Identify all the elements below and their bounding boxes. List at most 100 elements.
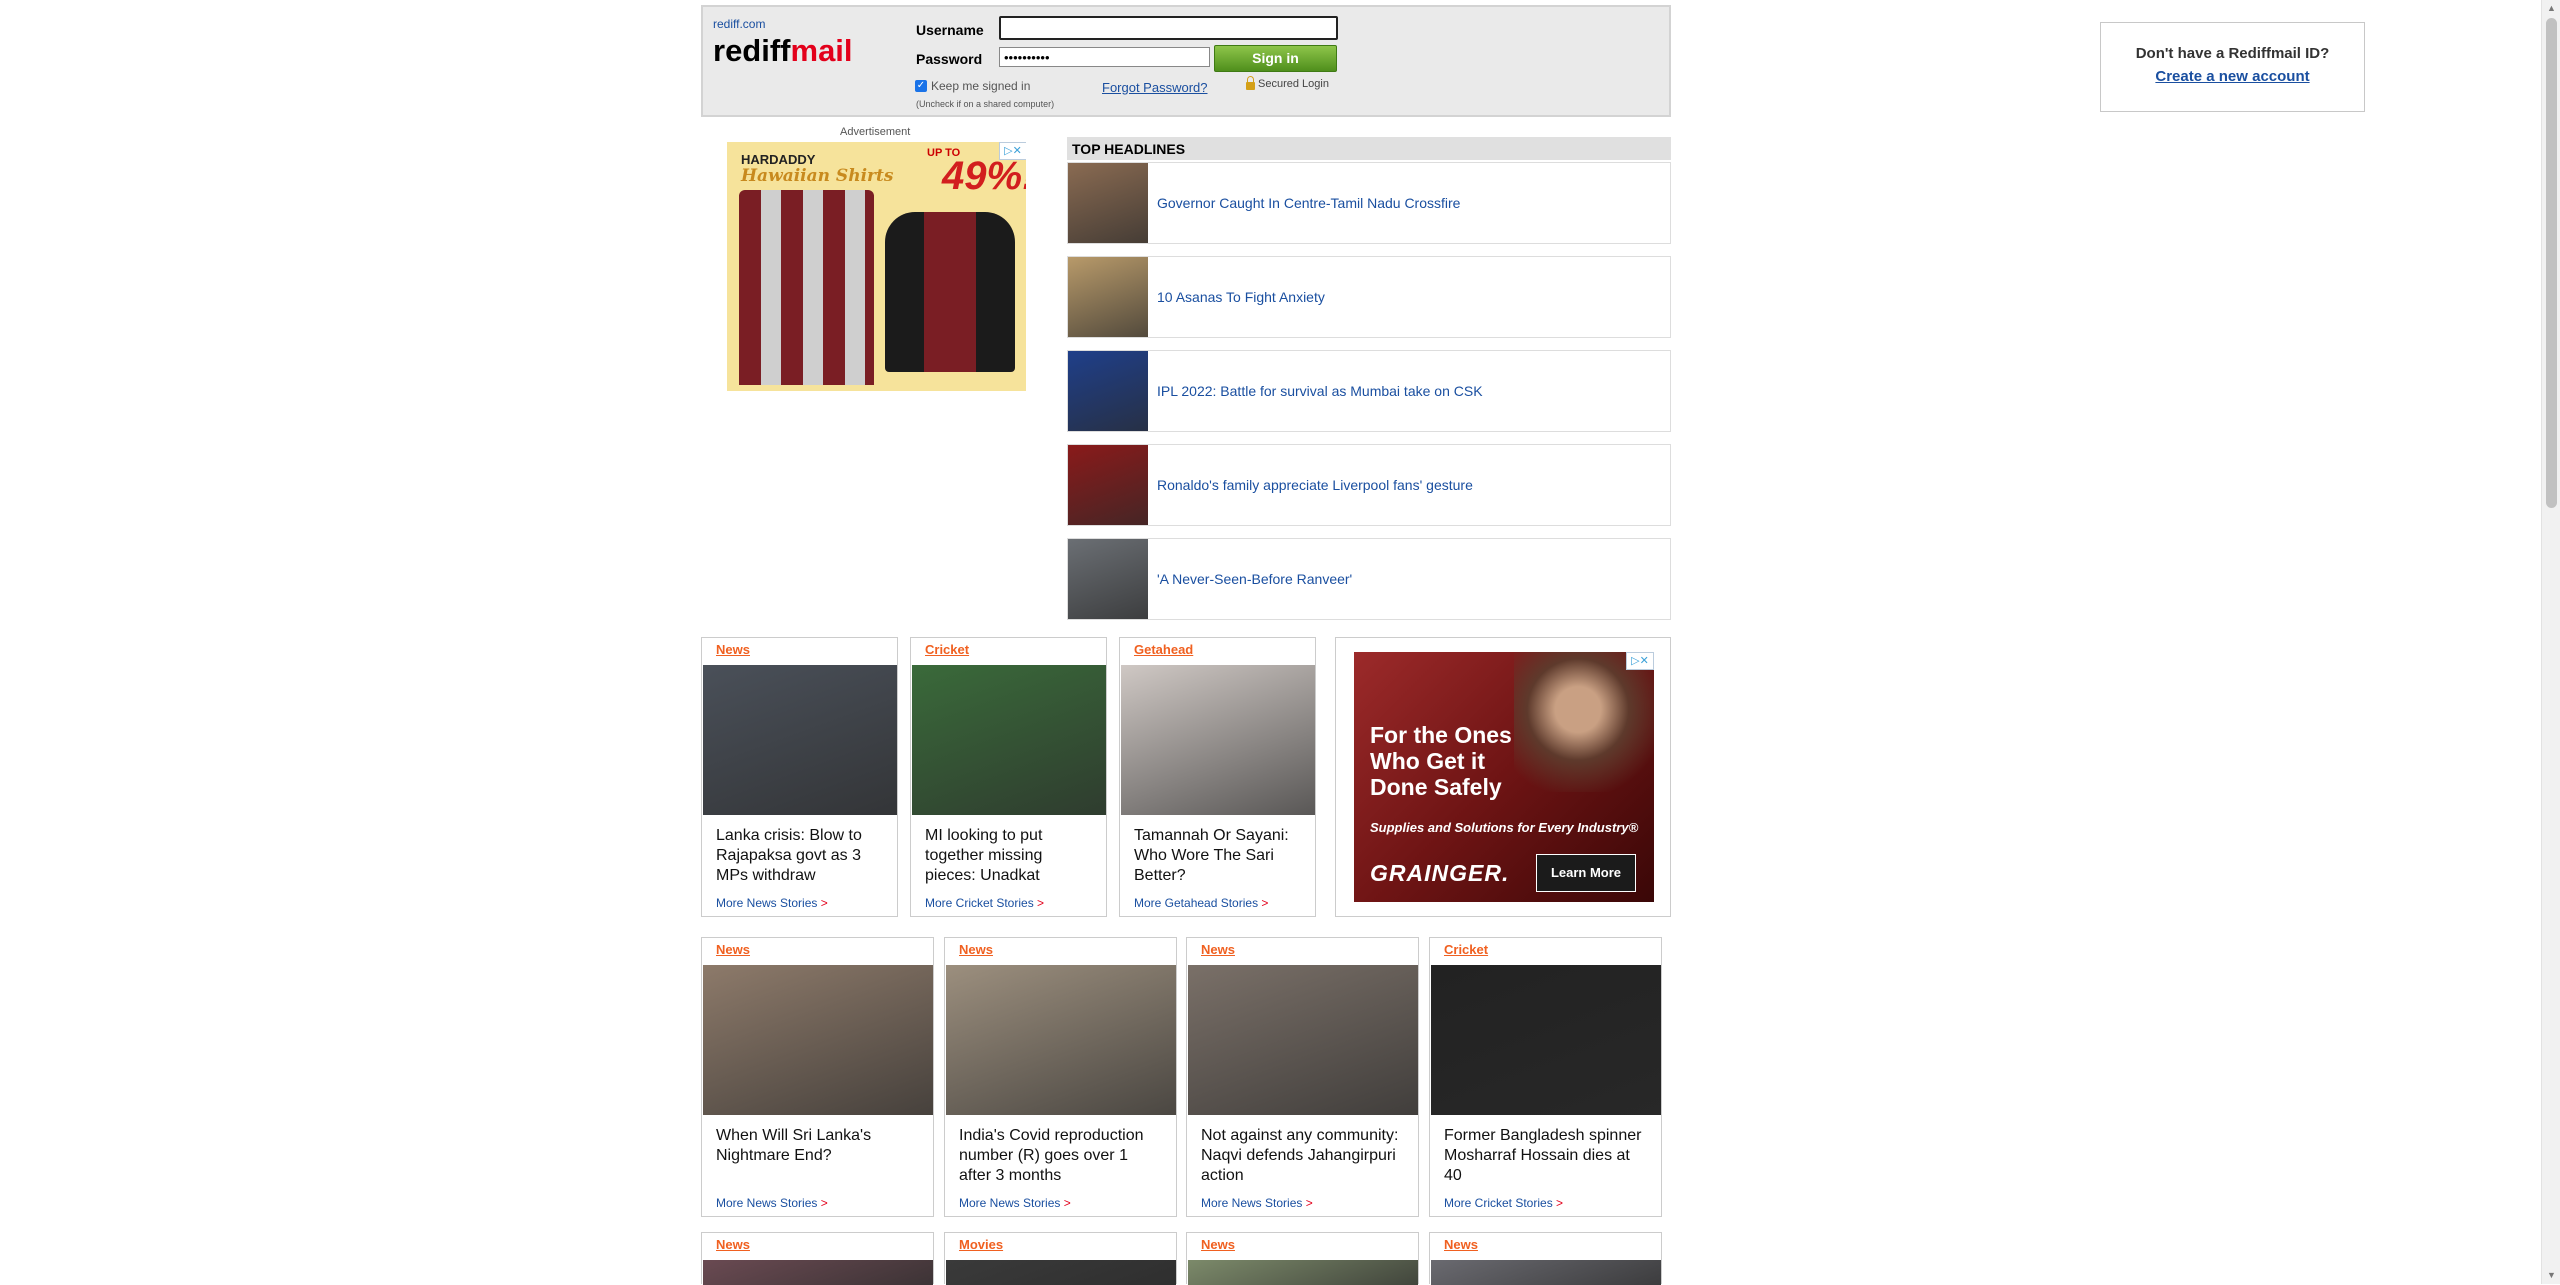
headline-thumbnail[interactable]: [1068, 445, 1148, 525]
vertical-scrollbar[interactable]: ▲ ▼: [2541, 0, 2560, 1284]
more-stories-label: More News Stories: [716, 1196, 818, 1210]
story-title[interactable]: Former Bangladesh spinner Mosharraf Hoss…: [1444, 1126, 1649, 1186]
more-stories-link[interactable]: More News Stories >: [716, 1196, 828, 1210]
headline-link[interactable]: 10 Asanas To Fight Anxiety: [1157, 289, 1325, 305]
story-category-link[interactable]: News: [959, 942, 993, 957]
story-category-link[interactable]: Getahead: [1134, 642, 1193, 657]
password-input[interactable]: [999, 47, 1210, 67]
grainger-ad-banner[interactable]: For the Ones Who Get it Done Safely Supp…: [1354, 652, 1654, 902]
story-image[interactable]: [703, 965, 933, 1115]
no-account-question: Don't have a Rediffmail ID?: [2135, 45, 2330, 62]
story-title[interactable]: When Will Sri Lanka's Nightmare End?: [716, 1126, 921, 1166]
story-image[interactable]: [1188, 1260, 1418, 1285]
forgot-password-link[interactable]: Forgot Password?: [1102, 80, 1208, 95]
more-stories-label: More Getahead Stories: [1134, 896, 1259, 910]
headline-link[interactable]: 'A Never-Seen-Before Ranveer': [1157, 571, 1352, 587]
headline-thumbnail[interactable]: [1068, 351, 1148, 431]
grainger-logo: GRAINGER.: [1370, 860, 1510, 886]
chevron-right-icon: >: [1063, 1196, 1071, 1210]
grainger-headline: For the Ones Who Get it Done Safely: [1370, 722, 1512, 800]
story-image[interactable]: [703, 1260, 933, 1285]
headline-item[interactable]: 'A Never-Seen-Before Ranveer': [1067, 538, 1671, 620]
story-card: News Not against any community: Naqvi de…: [1186, 937, 1419, 1217]
more-stories-link[interactable]: More Cricket Stories >: [1444, 1196, 1563, 1210]
story-category-link[interactable]: News: [716, 1237, 750, 1252]
story-image[interactable]: [1188, 965, 1418, 1115]
story-category-link[interactable]: Cricket: [1444, 942, 1488, 957]
more-stories-label: More News Stories: [716, 896, 818, 910]
story-title[interactable]: MI looking to put together missing piece…: [925, 826, 1095, 886]
story-card: Getahead Tamannah Or Sayani: Who Wore Th…: [1119, 637, 1316, 917]
story-image[interactable]: [703, 665, 897, 815]
lock-icon: [1246, 76, 1255, 90]
story-image[interactable]: [1431, 965, 1661, 1115]
story-category-link[interactable]: News: [1201, 1237, 1235, 1252]
story-card: News: [701, 1232, 934, 1285]
top-headlines-title: TOP HEADLINES: [1067, 137, 1671, 160]
headline-item[interactable]: Governor Caught In Centre-Tamil Nadu Cro…: [1067, 162, 1671, 244]
headline-thumbnail[interactable]: [1068, 539, 1148, 619]
chevron-right-icon: >: [1037, 896, 1045, 910]
grainger-ad[interactable]: For the Ones Who Get it Done Safely Supp…: [1335, 637, 1671, 917]
story-image[interactable]: [912, 665, 1106, 815]
ad-percent: 49%!: [942, 154, 1026, 198]
scroll-up-icon[interactable]: ▲: [2542, 0, 2560, 17]
more-stories-link[interactable]: More News Stories >: [716, 896, 828, 910]
story-card: News: [1429, 1232, 1662, 1285]
adchoices-icon[interactable]: ▷✕: [999, 142, 1026, 160]
more-stories-label: More Cricket Stories: [1444, 1196, 1553, 1210]
more-stories-label: More News Stories: [959, 1196, 1061, 1210]
story-image[interactable]: [946, 1260, 1176, 1285]
top-headlines: TOP HEADLINES Governor Caught In Centre-…: [1067, 137, 1671, 620]
headline-item[interactable]: Ronaldo's family appreciate Liverpool fa…: [1067, 444, 1671, 526]
sign-in-button[interactable]: Sign in: [1214, 45, 1337, 72]
ad-brand: HARDADDY: [741, 152, 816, 167]
story-title[interactable]: Tamannah Or Sayani: Who Wore The Sari Be…: [1134, 826, 1304, 886]
story-image[interactable]: [1431, 1260, 1661, 1285]
story-title[interactable]: India's Covid reproduction number (R) go…: [959, 1126, 1164, 1186]
rediff-home-link[interactable]: rediff.com: [713, 17, 765, 31]
more-stories-label: More Cricket Stories: [925, 896, 1034, 910]
chevron-right-icon: >: [820, 1196, 828, 1210]
headline-item[interactable]: IPL 2022: Battle for survival as Mumbai …: [1067, 350, 1671, 432]
create-account-link[interactable]: Create a new account: [2101, 68, 2364, 85]
headline-thumbnail[interactable]: [1068, 257, 1148, 337]
more-stories-link[interactable]: More News Stories >: [959, 1196, 1071, 1210]
ad-script-text: Hawaiian Shirts: [741, 166, 894, 186]
grainger-subtext: Supplies and Solutions for Every Industr…: [1370, 820, 1639, 835]
more-stories-link[interactable]: More News Stories >: [1201, 1196, 1313, 1210]
story-category-link[interactable]: News: [716, 642, 750, 657]
bowling-shirt-image: [885, 212, 1015, 372]
learn-more-button[interactable]: Learn More: [1536, 854, 1636, 892]
story-category-link[interactable]: News: [716, 942, 750, 957]
scroll-down-icon[interactable]: ▼: [2542, 1267, 2560, 1284]
headline-item[interactable]: 10 Asanas To Fight Anxiety: [1067, 256, 1671, 338]
shared-computer-note: (Uncheck if on a shared computer): [916, 99, 1055, 109]
story-category-link[interactable]: News: [1201, 942, 1235, 957]
headline-link[interactable]: Ronaldo's family appreciate Liverpool fa…: [1157, 477, 1473, 493]
more-stories-link[interactable]: More Cricket Stories >: [925, 896, 1044, 910]
story-title[interactable]: Lanka crisis: Blow to Rajapaksa govt as …: [716, 826, 886, 886]
headline-link[interactable]: IPL 2022: Battle for survival as Mumbai …: [1157, 383, 1483, 399]
story-image[interactable]: [946, 965, 1176, 1115]
password-label: Password: [916, 51, 983, 67]
hawaiian-shirts-ad[interactable]: HARDADDY Hawaiian Shirts UP TO 49%! ▷✕: [727, 142, 1026, 391]
logo-part-rediff: rediff: [713, 33, 791, 68]
story-category-link[interactable]: News: [1444, 1237, 1478, 1252]
keep-signed-in[interactable]: ✓ Keep me signed in: [915, 79, 1030, 93]
story-category-link[interactable]: Cricket: [925, 642, 969, 657]
story-title[interactable]: Not against any community: Naqvi defends…: [1201, 1126, 1406, 1186]
headline-link[interactable]: Governor Caught In Centre-Tamil Nadu Cro…: [1157, 195, 1460, 211]
adchoices-icon[interactable]: ▷✕: [1626, 652, 1654, 670]
headline-thumbnail[interactable]: [1068, 163, 1148, 243]
chevron-right-icon: >: [1261, 896, 1269, 910]
chevron-right-icon: >: [820, 896, 828, 910]
username-input[interactable]: [999, 16, 1338, 40]
checkbox-checked-icon[interactable]: ✓: [915, 80, 927, 92]
story-category-link[interactable]: Movies: [959, 1237, 1003, 1252]
scrollbar-thumb[interactable]: [2546, 18, 2557, 508]
striped-shirt-image: [739, 190, 874, 385]
more-stories-link[interactable]: More Getahead Stories >: [1134, 896, 1268, 910]
chevron-right-icon: >: [1556, 1196, 1564, 1210]
story-image[interactable]: [1121, 665, 1315, 815]
